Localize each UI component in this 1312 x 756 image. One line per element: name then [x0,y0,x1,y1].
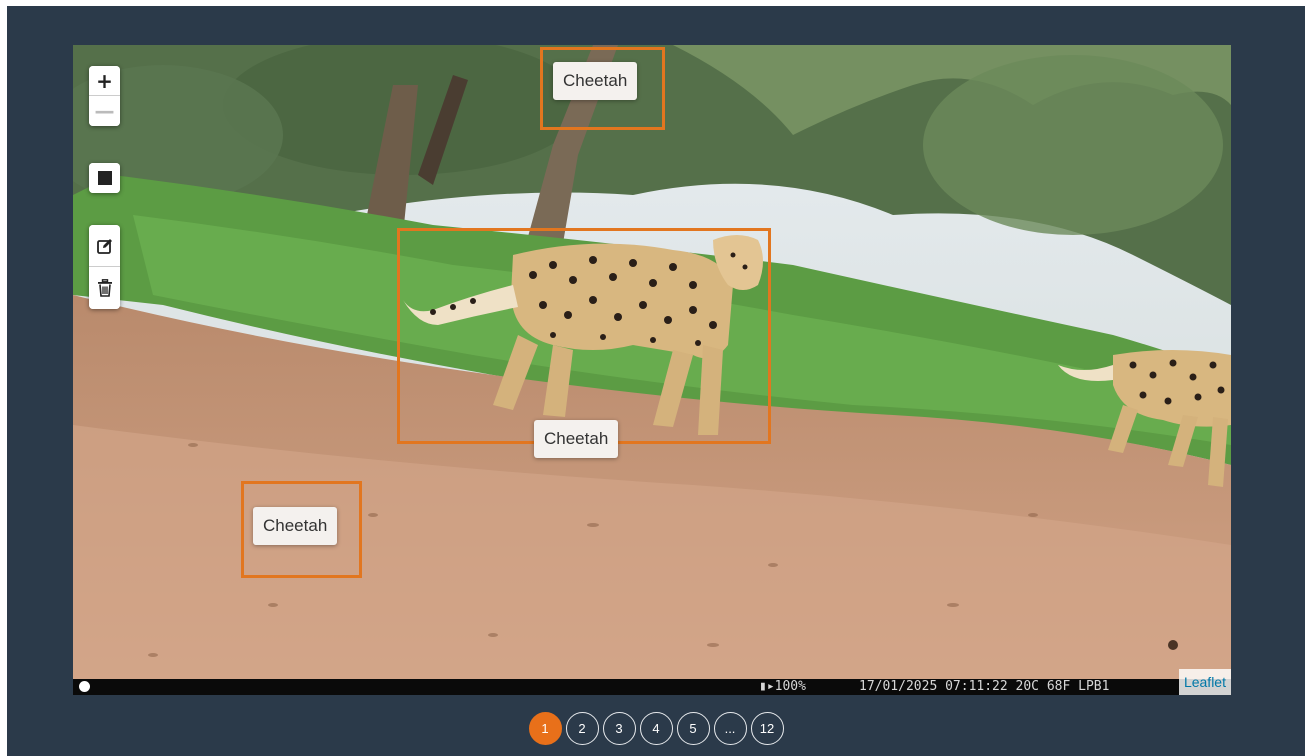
square-icon [97,171,112,185]
image-map-viewer[interactable]: + — Cheetah Cheetah Cheetah ▮▸100% 17/01… [73,45,1231,695]
edit-layers-button[interactable] [89,225,120,267]
annotation-label[interactable]: Cheetah [553,62,638,100]
edit-control [89,225,120,309]
draw-control [89,163,120,193]
annotation-label[interactable]: Cheetah [534,420,619,458]
page-button-4[interactable]: 4 [639,712,673,745]
trash-icon [97,279,112,297]
app-frame: + — Cheetah Cheetah Cheetah ▮▸100% 17/01… [7,6,1305,756]
zoom-in-button[interactable]: + [89,66,120,96]
annotation-box[interactable] [397,228,771,444]
delete-layers-button[interactable] [89,267,120,309]
page-button-12[interactable]: 12 [750,712,784,745]
camera-info-strip: ▮▸100% 17/01/2025 07:11:22 20C 68F LPB1 [73,679,1231,695]
page-button-2[interactable]: 2 [565,712,599,745]
battery-icon: ▮▸ [759,679,775,694]
edit-icon [96,238,112,254]
page-ellipsis-button[interactable]: ... [713,712,747,745]
zoom-out-button[interactable]: — [89,96,120,126]
page-button-3[interactable]: 3 [602,712,636,745]
battery-level: ▮▸100% [759,679,806,695]
page-button-1[interactable]: 1 [528,712,562,745]
leaflet-attribution-link[interactable]: Leaflet [1178,669,1231,695]
capture-timestamp: 17/01/2025 07:11:22 20C 68F LPB1 [859,679,1110,694]
moon-phase-icon [79,681,90,692]
zoom-control: + — [89,66,120,126]
annotation-label[interactable]: Cheetah [253,507,338,545]
pagination: 1 2 3 4 5 ... 12 [7,712,1305,745]
battery-value: 100% [774,679,806,694]
draw-rectangle-button[interactable] [89,163,120,193]
page-button-5[interactable]: 5 [676,712,710,745]
